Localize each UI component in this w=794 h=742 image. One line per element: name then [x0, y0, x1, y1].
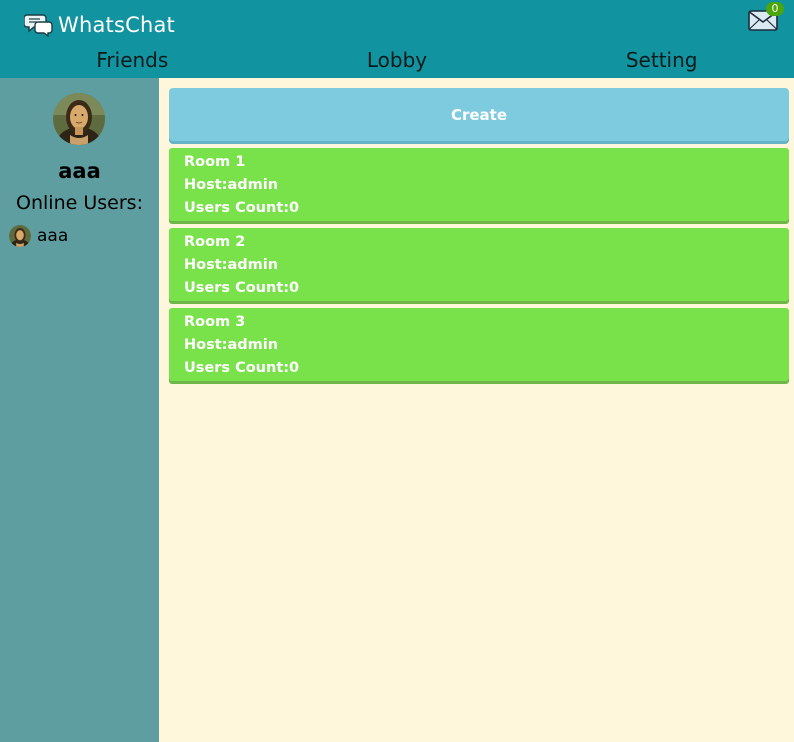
room-list: Room 1 Host:admin Users Count:0 Room 2 H…: [169, 148, 789, 381]
avatar[interactable]: [53, 93, 105, 145]
online-user-name: aaa: [37, 226, 69, 246]
online-users-list: aaa: [9, 225, 68, 247]
tab-lobby[interactable]: Lobby: [265, 44, 530, 78]
room-host: Host:admin: [184, 337, 279, 353]
tab-setting[interactable]: Setting: [529, 44, 794, 78]
room-name: Room 3: [184, 314, 246, 330]
room-card[interactable]: Room 2 Host:admin Users Count:0: [169, 228, 789, 301]
notification-badge: 0: [766, 2, 784, 16]
main-nav: Friends Lobby Setting: [0, 44, 794, 78]
room-host: Host:admin: [184, 177, 279, 193]
room-users-count: Users Count:0: [184, 280, 300, 296]
online-users-heading: Online Users:: [16, 192, 143, 214]
room-name: Room 1: [184, 154, 246, 170]
brand[interactable]: WhatsChat: [24, 8, 175, 42]
room-name: Room 2: [184, 234, 246, 250]
portrait-avatar-image: [53, 93, 105, 145]
chat-bubbles-icon: [24, 14, 53, 37]
room-card[interactable]: Room 3 Host:admin Users Count:0: [169, 308, 789, 381]
create-room-button[interactable]: Create: [169, 88, 789, 141]
online-user-item[interactable]: aaa: [9, 225, 68, 247]
room-host: Host:admin: [184, 257, 279, 273]
app-title: WhatsChat: [58, 13, 175, 37]
room-users-count: Users Count:0: [184, 360, 300, 376]
username: aaa: [58, 159, 101, 183]
sidebar: aaa Online Users: aaa: [0, 78, 159, 742]
top-bar: WhatsChat 0 Friends Lobby Setting: [0, 0, 794, 78]
portrait-avatar-image: [9, 225, 31, 247]
room-card[interactable]: Room 1 Host:admin Users Count:0: [169, 148, 789, 221]
room-users-count: Users Count:0: [184, 200, 300, 216]
avatar: [9, 225, 31, 247]
lobby-panel: Create Room 1 Host:admin Users Count:0 R…: [169, 88, 789, 388]
tab-friends[interactable]: Friends: [0, 44, 265, 78]
mail-button[interactable]: 0: [748, 2, 784, 32]
